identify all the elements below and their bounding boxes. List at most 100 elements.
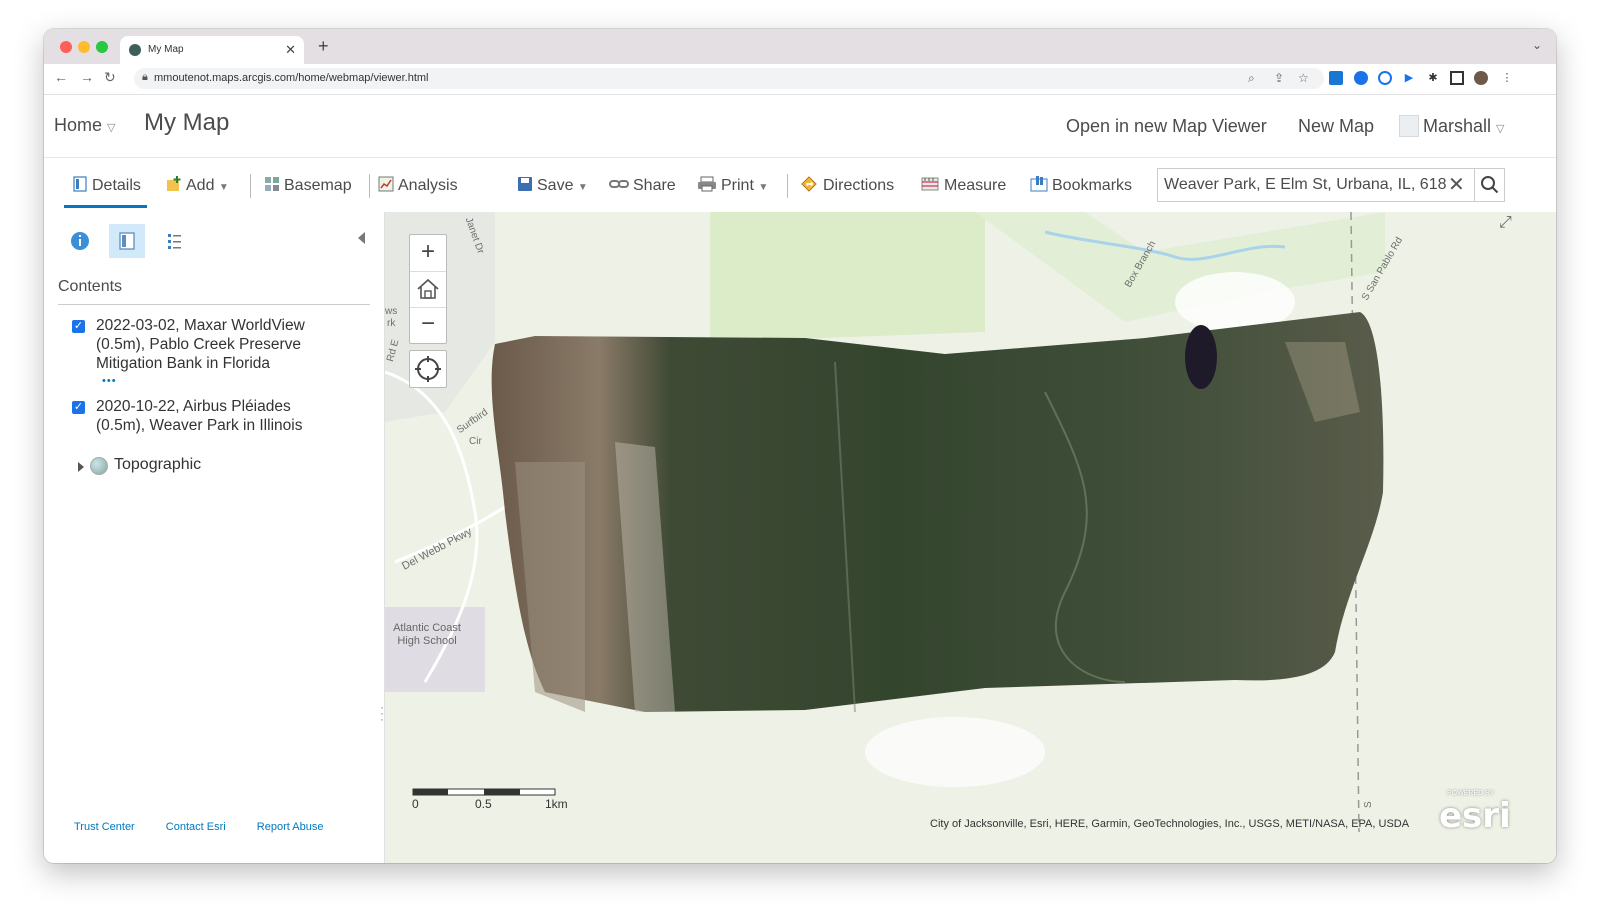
- home-menu[interactable]: Home ▽: [54, 115, 116, 136]
- tab-contents[interactable]: [109, 224, 145, 258]
- share-link-icon: [609, 180, 629, 188]
- close-window-button[interactable]: [60, 41, 72, 53]
- browser-tab[interactable]: My Map ✕: [120, 36, 304, 64]
- green-area: [710, 212, 985, 342]
- dropdown-caret-icon: ▼: [577, 182, 588, 193]
- save-button[interactable]: Save ▼: [517, 176, 588, 195]
- maximize-window-button[interactable]: [96, 41, 108, 53]
- map-label-ws: ws: [385, 306, 398, 317]
- clear-search-icon[interactable]: ✕: [1448, 172, 1465, 197]
- map-label-school: Atlantic Coast High School: [393, 622, 461, 647]
- extension-icon[interactable]: ▶: [1402, 71, 1416, 85]
- browser-window: My Map ✕ + ⌄ ← → ↻ 🔒︎ mmoutenot.maps.arc…: [44, 29, 1556, 863]
- forward-arrow-icon[interactable]: →: [80, 69, 94, 85]
- basemap-layer-name: Topographic: [114, 456, 202, 473]
- tab-search-chevron-icon[interactable]: ⌄: [1532, 38, 1542, 52]
- basemap-grid-icon: [265, 177, 279, 191]
- printer-icon: [698, 176, 716, 192]
- locate-crosshair-icon: [415, 356, 441, 382]
- more-options-icon[interactable]: •••: [102, 375, 117, 387]
- new-tab-button[interactable]: +: [318, 36, 329, 57]
- details-label: Details: [92, 177, 141, 194]
- user-avatar[interactable]: [1399, 115, 1419, 137]
- extension-icon[interactable]: [1329, 71, 1343, 85]
- panel-footer: Trust Center Contact Esri Report Abuse: [74, 821, 351, 833]
- bookmarks-button[interactable]: Bookmarks: [1030, 176, 1132, 195]
- layer-visibility-checkbox[interactable]: ✓: [72, 401, 85, 414]
- map-attribution: City of Jacksonville, Esri, HERE, Garmin…: [930, 818, 1410, 830]
- map-view[interactable]: Box Branch S San Pablo Rd Del Webb Pkwy …: [385, 212, 1556, 863]
- toolbar-divider: [369, 174, 370, 198]
- share-page-icon[interactable]: ⇪: [1274, 71, 1284, 85]
- save-disk-icon: [518, 177, 532, 191]
- search-button[interactable]: [1474, 169, 1505, 201]
- profile-avatar[interactable]: [1474, 71, 1488, 85]
- basemap-button[interactable]: Basemap: [264, 176, 352, 195]
- back-arrow-icon[interactable]: ←: [54, 69, 68, 85]
- globe-favicon-icon: [129, 44, 141, 56]
- new-map-link[interactable]: New Map: [1298, 116, 1374, 137]
- zoom-in-button[interactable]: +: [410, 235, 446, 272]
- tab-title: My Map: [148, 44, 184, 55]
- print-label: Print: [721, 177, 754, 194]
- location-search: ✕: [1157, 168, 1505, 202]
- school-area: [385, 607, 485, 692]
- add-button[interactable]: Add ▼: [166, 176, 229, 195]
- analysis-button[interactable]: Analysis: [378, 176, 458, 195]
- contact-esri-link[interactable]: Contact Esri: [166, 821, 226, 833]
- bookmarks-label: Bookmarks: [1052, 177, 1133, 194]
- expand-map-icon[interactable]: ⤢: [1499, 214, 1512, 232]
- search-input[interactable]: [1162, 174, 1448, 196]
- minimize-window-button[interactable]: [78, 41, 90, 53]
- close-tab-icon[interactable]: ✕: [285, 42, 296, 58]
- basemap-label: Basemap: [284, 177, 352, 194]
- trust-center-link[interactable]: Trust Center: [74, 821, 135, 833]
- map-canvas: [385, 212, 1556, 863]
- scale-label-1km: 1km: [545, 797, 568, 811]
- toolbar-divider: [787, 174, 788, 198]
- extension-icon[interactable]: [1354, 71, 1368, 85]
- map-toolbar: Details Add ▼ Basemap Analysis Save ▼ Sh…: [44, 157, 1556, 212]
- tab-about[interactable]: [62, 224, 98, 258]
- browser-tab-bar: My Map ✕ + ⌄: [44, 29, 1556, 64]
- tab-legend[interactable]: [156, 224, 192, 258]
- print-button[interactable]: Print ▼: [697, 176, 768, 195]
- map-label-cir: Cir: [469, 436, 482, 447]
- reload-icon[interactable]: ↻: [104, 69, 116, 86]
- map-label-s: S: [1363, 801, 1374, 808]
- analysis-label: Analysis: [398, 177, 458, 194]
- layer-name[interactable]: 2022-03-02, Maxar WorldView (0.5m), Pabl…: [96, 316, 336, 373]
- report-abuse-link[interactable]: Report Abuse: [257, 821, 324, 833]
- toolbar-divider: [250, 174, 251, 198]
- open-in-new-map-viewer-link[interactable]: Open in new Map Viewer: [1066, 116, 1267, 137]
- measure-ruler-icon: [921, 177, 939, 191]
- zoom-out-button[interactable]: −: [410, 307, 446, 343]
- url-bar[interactable]: 🔒︎ mmoutenot.maps.arcgis.com/home/webmap…: [134, 68, 1324, 89]
- kebab-menu-icon[interactable]: ⋮: [1500, 71, 1514, 85]
- extension-icon[interactable]: [1378, 71, 1392, 85]
- directions-button[interactable]: Directions: [799, 176, 894, 195]
- tab-details[interactable]: Details: [64, 176, 147, 208]
- bookmark-star-icon[interactable]: ☆: [1298, 71, 1309, 85]
- bookmark-book-icon: [1030, 176, 1048, 192]
- layer-name[interactable]: 2020-10-22, Airbus Pléiades (0.5m), Weav…: [96, 397, 336, 435]
- basemap-globe-icon: [90, 457, 108, 475]
- user-menu[interactable]: Marshall ▽: [1423, 116, 1505, 137]
- puzzle-icon[interactable]: ✱: [1426, 71, 1440, 85]
- measure-button[interactable]: Measure: [920, 176, 1006, 195]
- contents-heading: Contents: [58, 278, 123, 295]
- locate-button[interactable]: [409, 350, 447, 388]
- esri-logo[interactable]: esri: [1439, 796, 1511, 836]
- expand-caret-icon[interactable]: [78, 462, 84, 472]
- layer-visibility-checkbox[interactable]: ✓: [72, 320, 85, 333]
- share-button[interactable]: Share: [609, 176, 676, 195]
- contents-panel: Contents ✓ 2022-03-02, Maxar WorldView (…: [44, 212, 385, 863]
- resize-handle[interactable]: · · ·: [380, 701, 384, 725]
- side-panel-icon[interactable]: [1450, 71, 1464, 85]
- dropdown-caret-icon: ▼: [758, 182, 769, 193]
- collapse-panel-icon[interactable]: [358, 232, 365, 244]
- zoom-lens-icon[interactable]: ⌕: [1248, 71, 1255, 86]
- default-extent-button[interactable]: [410, 271, 446, 308]
- home-icon: [417, 278, 439, 299]
- search-icon: [1481, 176, 1499, 194]
